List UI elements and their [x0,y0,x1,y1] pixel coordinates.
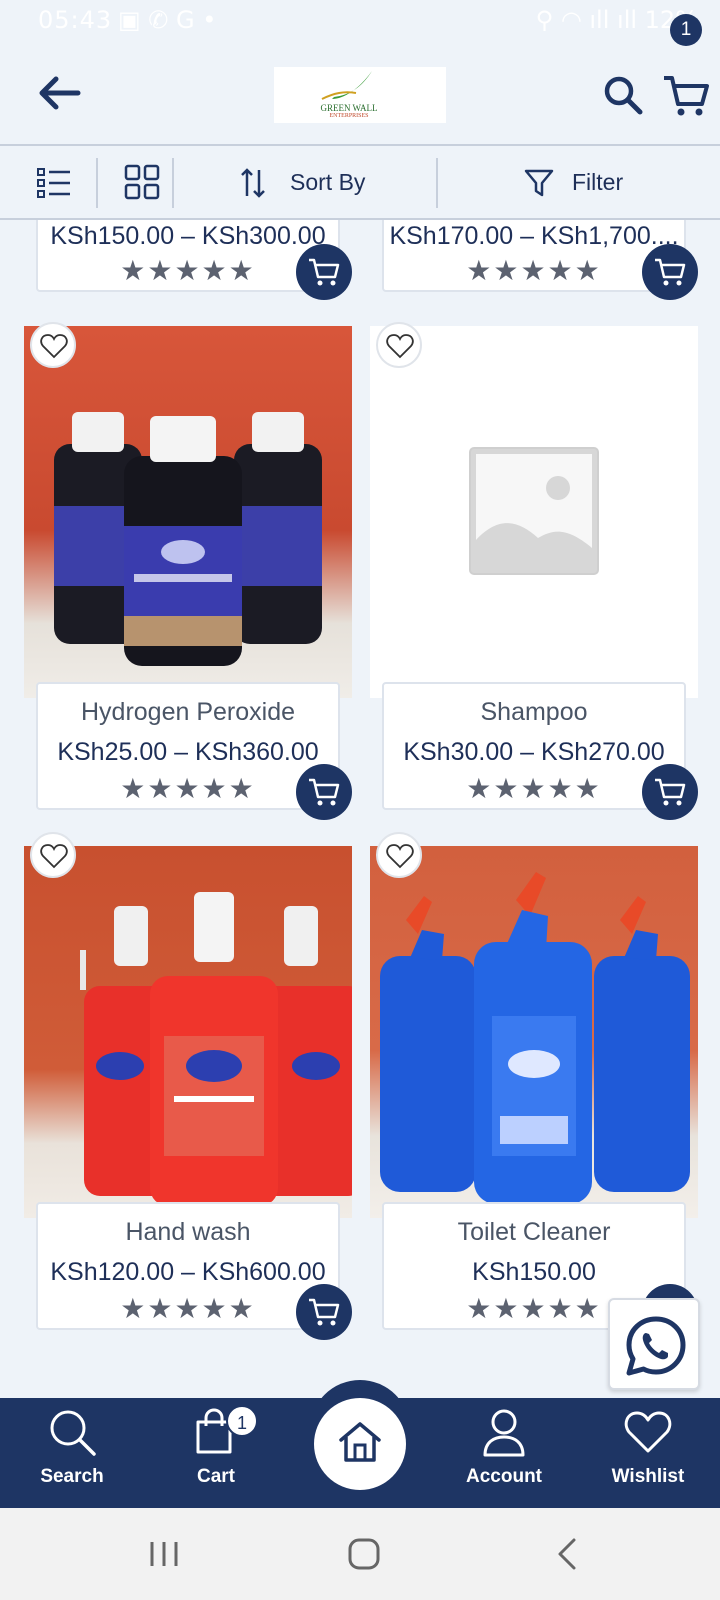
add-to-cart-button[interactable] [642,764,698,820]
list-view-icon [37,168,70,198]
nav-account-label: Account [466,1466,542,1487]
home-icon [339,1422,381,1462]
wishlist-toggle[interactable] [376,322,422,368]
product-rating-stars: ★★★★★ [120,1293,256,1324]
list-view-button[interactable] [36,166,72,200]
brand-logo: GREEN WALL ENTERPRISES [274,67,446,123]
grid-view-icon [124,164,160,200]
heart-icon [386,334,414,359]
product-rating-stars: ★★★★★ [466,773,602,804]
circle-home-icon [348,1538,380,1570]
nav-home-button[interactable] [314,1398,406,1490]
sort-by-button[interactable]: Sort By [240,160,410,206]
nav-wishlist[interactable]: Wishlist [588,1398,708,1508]
nav-wishlist-label: Wishlist [611,1466,685,1487]
sort-icon [241,168,265,198]
whatsapp-icon [626,1316,686,1376]
toolbar-divider [172,158,174,208]
add-to-cart-button[interactable] [296,244,352,300]
account-icon [483,1409,525,1457]
listing-toolbar: Sort By Filter [0,146,720,220]
product-card[interactable]: Shampoo KSh30.00 – KSh270.00 ★★★★★ [382,682,686,810]
leaf-logo-icon [321,71,372,100]
add-to-cart-button[interactable] [296,764,352,820]
add-to-cart-button[interactable] [642,244,698,300]
logo-subtext: ENTERPRISES [329,113,369,119]
product-rating-stars: ★★★★★ [466,255,602,286]
system-home-button[interactable] [342,1532,386,1576]
chevron-left-icon [558,1538,576,1570]
hand-wash-bottles-image [80,892,352,1206]
back-button[interactable] [32,68,86,118]
system-navigation-bar [0,1508,720,1600]
nav-account[interactable]: Account [444,1398,564,1508]
add-to-cart-button[interactable] [296,1284,352,1340]
product-name: Hand wash [125,1218,251,1246]
product-rating-stars: ★★★★★ [120,255,256,286]
search-icon [50,1410,96,1456]
product-card[interactable]: KSh170.00 – KSh1,700.... ★★★★★ [382,220,686,292]
product-image-hand-wash[interactable] [24,846,352,1218]
product-card[interactable]: KSh150.00 – KSh300.00 ★★★★★ [36,220,340,292]
system-back-button[interactable] [546,1532,590,1576]
toilet-cleaner-bottles-image [380,872,690,1204]
product-name: Hydrogen Peroxide [80,698,295,726]
wishlist-toggle[interactable] [376,832,422,878]
heart-icon [40,334,68,359]
filter-button[interactable]: Filter [524,160,664,206]
toolbar-divider [96,158,98,208]
back-arrow-icon [39,76,81,110]
filter-label: Filter [572,169,624,195]
product-card[interactable]: Hydrogen Peroxide KSh25.00 – KSh360.00 ★… [36,682,340,810]
cart-icon [309,1298,340,1326]
product-name: Toilet Cleaner [457,1218,611,1246]
product-image-hydrogen-peroxide[interactable] [24,326,352,698]
cart-icon [655,258,686,286]
heart-icon [386,844,414,869]
hydrogen-peroxide-bottles-image [54,412,322,666]
product-image-shampoo[interactable] [370,326,698,698]
product-card[interactable]: Hand wash KSh120.00 – KSh600.00 ★★★★★ [36,1202,340,1330]
cart-icon [309,778,340,806]
nav-cart-label: Cart [196,1466,235,1487]
filter-icon [524,169,554,197]
nav-search[interactable]: Search [12,1398,132,1508]
product-price: KSh170.00 – KSh1,700.... [389,222,679,250]
recent-apps-button[interactable] [142,1532,186,1576]
grid-view-button[interactable] [124,164,160,200]
search-icon [604,76,643,115]
product-price: KSh30.00 – KSh270.00 [403,738,665,766]
status-time: 05:43 [38,6,113,34]
product-name: Shampoo [480,698,588,726]
status-notification-icons: ▣ ✆ G • [118,6,217,34]
heart-icon [624,1411,672,1453]
app-header: GREEN WALL ENTERPRISES [0,44,720,146]
wishlist-toggle[interactable] [30,322,76,368]
status-bar: 05:43 ▣ ✆ G • ⚲ ◠ ıll ıll 12% [0,0,720,44]
header-cart-badge: 1 [670,14,702,46]
wishlist-toggle[interactable] [30,832,76,878]
whatsapp-chat-button[interactable] [608,1298,700,1390]
cart-icon [664,76,709,116]
cart-icon [655,778,686,806]
product-price: KSh25.00 – KSh360.00 [57,738,319,766]
cart-icon [309,258,340,286]
product-price: KSh120.00 – KSh600.00 [50,1258,326,1286]
product-price: KSh150.00 [472,1258,596,1286]
product-rating-stars: ★★★★★ [120,773,256,804]
header-search-button[interactable] [602,74,644,116]
product-image-toilet-cleaner[interactable] [370,846,698,1218]
recent-apps-icon [150,1542,178,1566]
product-price: KSh150.00 – KSh300.00 [50,222,326,250]
header-cart-button[interactable] [662,72,710,118]
toolbar-divider [436,158,438,208]
nav-cart-badge: 1 [226,1405,258,1437]
image-placeholder-icon [469,447,599,575]
sort-by-label: Sort By [290,169,366,195]
heart-icon [40,844,68,869]
logo-text: GREEN WALL [320,103,378,113]
product-grid: KSh150.00 – KSh300.00 ★★★★★ KSh170.00 – … [0,220,720,1400]
nav-search-label: Search [40,1466,104,1487]
nav-cart[interactable]: 1 Cart [156,1398,276,1508]
